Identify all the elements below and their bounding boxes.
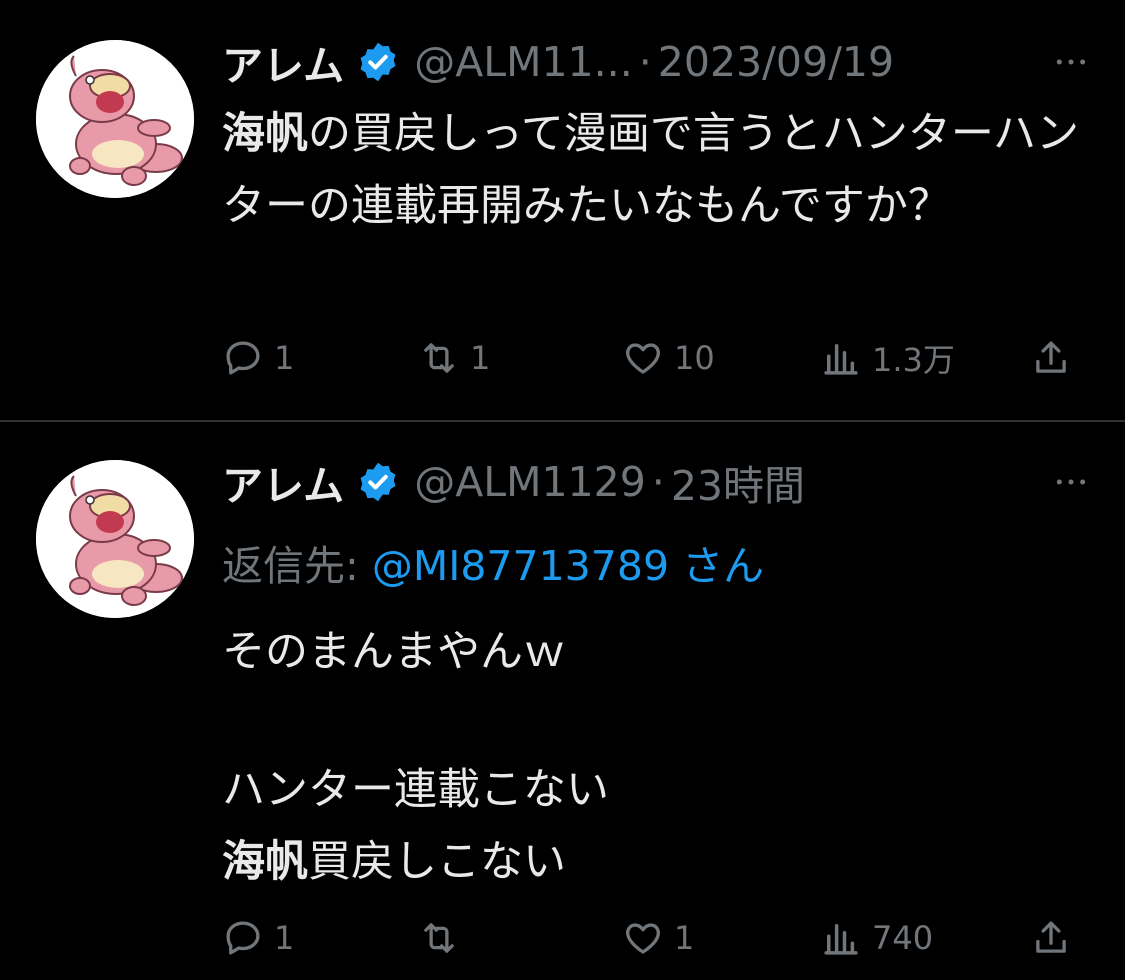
tweet-actions: 1 1 10 1.3万 xyxy=(222,328,1085,388)
like-button[interactable]: 1 xyxy=(622,908,694,968)
author-name[interactable]: アレム xyxy=(222,32,344,92)
tweet-header: アレム @ALM11... · 2023/09/19 xyxy=(222,34,1095,90)
share-button[interactable] xyxy=(1030,908,1082,968)
text-regular: 買戻しこない xyxy=(308,837,566,887)
views-button[interactable]: 1.3万 xyxy=(820,328,955,388)
tweet-timestamp[interactable]: 23時間 xyxy=(671,452,805,512)
reply-to-prefix: 返信先: xyxy=(222,542,359,590)
tweet-text: そのまんまやんｗ ハンター連載こない 海帆買戻しこない xyxy=(222,616,1085,898)
reply-to-suffix: さん xyxy=(682,542,765,590)
tweet-actions: 1 1 740 xyxy=(222,908,1085,968)
retweet-button[interactable] xyxy=(418,908,470,968)
views-icon xyxy=(824,344,858,375)
verified-badge-icon xyxy=(360,462,396,502)
text-bold: 海帆 xyxy=(222,837,308,887)
tweet[interactable]: アレム @ALM1129 · 23時間 返信先: @MI87713789 さん … xyxy=(0,422,1125,980)
text-regular: そのまんまやんｗ xyxy=(222,627,566,677)
views-button[interactable]: 740 xyxy=(820,908,933,968)
separator-dot: · xyxy=(638,38,652,86)
avatar[interactable] xyxy=(36,40,194,198)
view-count: 740 xyxy=(872,919,934,957)
reply-icon xyxy=(226,341,260,375)
slowpoke-avatar-image xyxy=(36,40,194,198)
reply-to-line: 返信先: @MI87713789 さん xyxy=(222,538,764,594)
share-button[interactable] xyxy=(1030,328,1082,388)
tweet[interactable]: アレム @ALM11... · 2023/09/19 海帆の買戻しって漫画で言う… xyxy=(0,0,1125,420)
reply-button[interactable]: 1 xyxy=(222,328,294,388)
verified-badge-icon xyxy=(360,42,396,82)
tweet-text: 海帆の買戻しって漫画で言うとハンターハンターの連載再開みたいなもんですか？ xyxy=(222,98,1085,242)
slowpoke-avatar-image xyxy=(36,460,194,618)
reply-count: 1 xyxy=(274,919,295,957)
more-dots-icon[interactable] xyxy=(1047,454,1095,510)
text-line: 海帆買戻しこない xyxy=(222,826,1085,898)
text-bold: 海帆 xyxy=(222,109,308,159)
reply-to-mention[interactable]: @MI87713789 xyxy=(372,542,669,590)
author-handle[interactable]: @ALM1129 xyxy=(414,458,646,506)
like-count: 10 xyxy=(674,339,715,377)
retweet-icon xyxy=(424,343,454,373)
separator-dot: · xyxy=(651,458,665,506)
like-count: 1 xyxy=(674,919,695,957)
views-icon xyxy=(824,924,858,955)
reply-button[interactable]: 1 xyxy=(222,908,294,968)
tweet-header: アレム @ALM1129 · 23時間 xyxy=(222,454,1095,510)
author-handle[interactable]: @ALM11... xyxy=(414,38,633,86)
reply-icon xyxy=(226,921,260,955)
avatar[interactable] xyxy=(36,460,194,618)
retweet-icon xyxy=(424,923,454,953)
text-regular: ハンター連載こない xyxy=(222,765,609,815)
view-count: 1.3万 xyxy=(872,341,955,379)
share-icon xyxy=(1036,341,1066,373)
more-dots-icon[interactable] xyxy=(1047,34,1095,90)
share-icon xyxy=(1036,921,1066,953)
text-regular: の買戻しって漫画で言うとハンターハンターの連載再開みたいなもんですか？ xyxy=(222,109,1079,231)
text-line: そのまんまやんｗ xyxy=(222,616,1085,688)
author-name[interactable]: アレム xyxy=(222,452,344,512)
retweet-count: 1 xyxy=(470,339,491,377)
text-line: ハンター連載こない xyxy=(222,754,1085,826)
like-icon xyxy=(626,343,660,374)
like-button[interactable]: 10 xyxy=(622,328,715,388)
tweet-timestamp[interactable]: 2023/09/19 xyxy=(658,38,894,86)
retweet-button[interactable]: 1 xyxy=(418,328,490,388)
like-icon xyxy=(626,923,660,954)
reply-count: 1 xyxy=(274,339,295,377)
